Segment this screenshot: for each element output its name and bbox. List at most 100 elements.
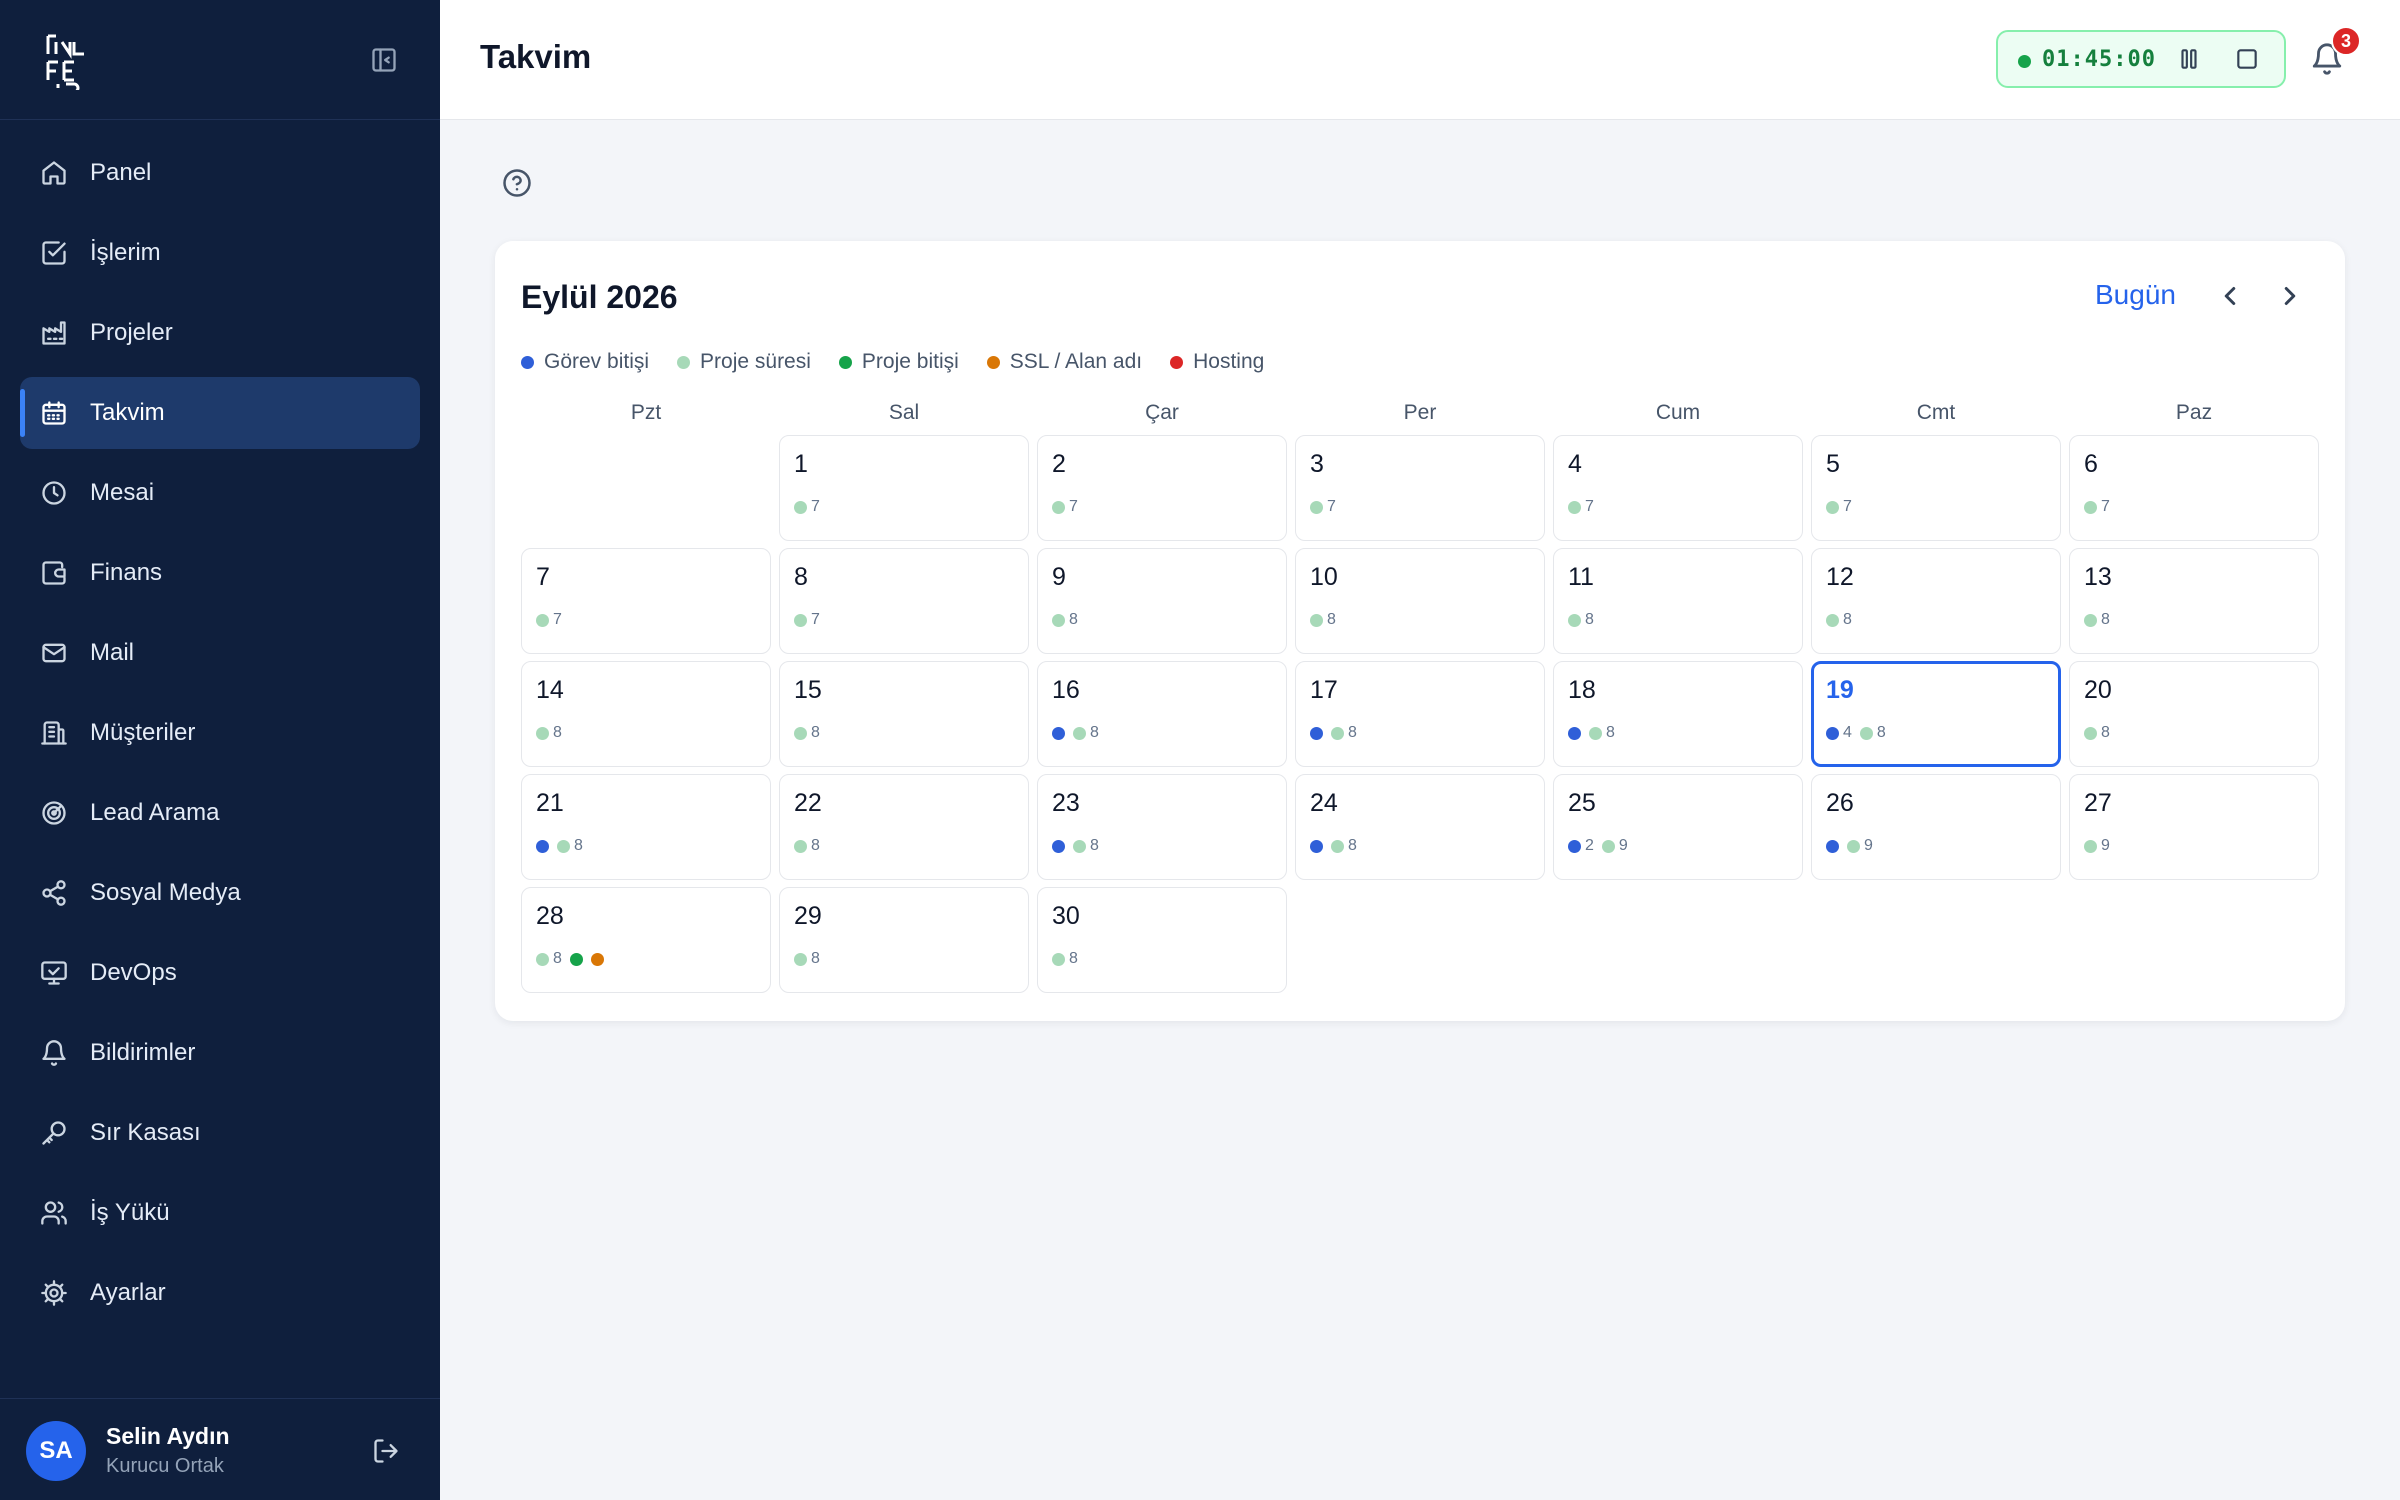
calendar-day-26[interactable]: 26 9	[1811, 774, 2061, 880]
event-count: 9	[1618, 837, 1628, 854]
sidebar-item-sosyal-medya[interactable]: Sosyal Medya	[20, 857, 420, 929]
weekday-label: Cum	[1655, 401, 1701, 424]
sidebar-item-devops[interactable]: DevOps	[20, 937, 420, 1009]
event-indicator-gorev	[1826, 839, 1839, 853]
calendar-day-30[interactable]: 30 8	[1037, 887, 1287, 993]
avatar[interactable]: SA	[26, 1421, 86, 1481]
building-icon	[41, 721, 67, 745]
event-dot	[1826, 839, 1839, 853]
event-count: 8	[1843, 611, 1852, 628]
sidebar-item-takvim[interactable]: Takvim	[20, 377, 420, 449]
calendar-day-3[interactable]: 37	[1295, 435, 1545, 541]
gear-icon	[41, 1280, 67, 1306]
calendar-day-16[interactable]: 16 8	[1037, 661, 1287, 767]
event-indicator-proje-suresi: 8	[1073, 837, 1099, 855]
sidebar-item-mesai[interactable]: Mesai	[20, 457, 420, 529]
event-dot	[1568, 613, 1581, 627]
calendar-day-28[interactable]: 28 8	[521, 887, 771, 993]
calendar-day-24[interactable]: 24 8	[1295, 774, 1545, 880]
event-dot	[1826, 500, 1839, 514]
calendar-day-17[interactable]: 17 8	[1295, 661, 1545, 767]
event-indicator-proje-suresi: 8	[794, 724, 820, 742]
calendar-day-29[interactable]: 29 8	[779, 887, 1029, 993]
calendar-day-20[interactable]: 20 8	[2069, 661, 2319, 767]
calendar-icon	[42, 401, 66, 425]
sidebar-item-label: Mail	[90, 639, 135, 666]
calendar-day-9[interactable]: 98	[1037, 548, 1287, 654]
event-indicator-proje-suresi: 7	[1568, 498, 1594, 516]
sidebar-item-musteriler[interactable]: Müşteriler	[20, 697, 420, 769]
day-number: 6	[2084, 450, 2098, 478]
calendar-day-1[interactable]: 17	[779, 435, 1029, 541]
sidebar-item-ayarlar[interactable]: Ayarlar	[20, 1257, 420, 1329]
chevron-right-icon[interactable]	[2275, 281, 2305, 311]
calendar-day-12[interactable]: 12 8	[1811, 548, 2061, 654]
event-dot	[1331, 726, 1344, 740]
users-icon	[41, 1201, 67, 1225]
calendar-day-13[interactable]: 13 8	[2069, 548, 2319, 654]
calendar-day-7[interactable]: 77	[521, 548, 771, 654]
calendar-day-21[interactable]: 21 8	[521, 774, 771, 880]
day-events: 8	[794, 724, 828, 742]
event-indicator-gorev: 2	[1568, 837, 1594, 855]
day-events: 8	[1052, 724, 1107, 742]
calendar-day-15[interactable]: 15 8	[779, 661, 1029, 767]
event-indicator-proje-suresi: 7	[536, 611, 562, 629]
legend-dot	[521, 355, 534, 369]
event-dot	[794, 500, 807, 514]
event-dot	[1052, 839, 1065, 853]
calendar-day-27[interactable]: 27 9	[2069, 774, 2319, 880]
calendar-legend: Görev bitişi Proje süresi Proje bitişi S…	[521, 347, 1292, 377]
pause-icon[interactable]	[2176, 46, 2202, 72]
calendar-day-22[interactable]: 22 8	[779, 774, 1029, 880]
calendar-day-2[interactable]: 27	[1037, 435, 1287, 541]
event-count: 8	[574, 837, 583, 854]
event-dot	[1073, 726, 1086, 740]
calendar-day-19[interactable]: 19 4 8	[1811, 661, 2061, 767]
sidebar-item-bildirimler[interactable]: Bildirimler	[20, 1017, 420, 1089]
calendar-day-5[interactable]: 57	[1811, 435, 2061, 541]
calendar-day-8[interactable]: 87	[779, 548, 1029, 654]
weekday-label: Çar	[1145, 401, 1179, 424]
day-events: 8	[1052, 611, 1086, 629]
day-number: 11	[1568, 563, 1594, 591]
event-indicator-gorev: 4	[1826, 724, 1852, 742]
calendar-day-18[interactable]: 18 8	[1553, 661, 1803, 767]
today-button[interactable]: Bugün	[2095, 279, 2176, 311]
day-events: 7	[2084, 498, 2118, 516]
monitor-icon	[41, 961, 67, 985]
event-count: 7	[811, 498, 820, 515]
event-indicator-proje-bitisi	[569, 952, 583, 966]
chevron-left-icon[interactable]	[2215, 281, 2245, 311]
calendar-day-11[interactable]: 11 8	[1553, 548, 1803, 654]
bell-icon	[42, 1040, 66, 1066]
sidebar-item-projeler[interactable]: Projeler	[20, 297, 420, 369]
day-number: 7	[536, 563, 550, 591]
event-count: 7	[811, 611, 820, 628]
weekday-label: Pzt	[630, 401, 662, 424]
event-indicator-proje-suresi: 7	[2084, 498, 2110, 516]
sidebar-item-panel[interactable]: Panel	[20, 137, 420, 209]
sidebar-item-mail[interactable]: Mail	[20, 617, 420, 689]
calendar-day-6[interactable]: 67	[2069, 435, 2319, 541]
calendar-day-10[interactable]: 10 8	[1295, 548, 1545, 654]
sidebar-item-label: Finans	[90, 559, 163, 586]
calendar-day-4[interactable]: 47	[1553, 435, 1803, 541]
help-icon[interactable]	[502, 168, 532, 198]
sidebar-item-sir-kasasi[interactable]: Sır Kasası	[20, 1097, 420, 1169]
calendar-day-25[interactable]: 25 2 9	[1553, 774, 1803, 880]
sidebar-item-islerim[interactable]: İşlerim	[20, 217, 420, 289]
sidebar-collapse-icon[interactable]	[370, 46, 398, 74]
sidebar-item-lead-arama[interactable]: Lead Arama	[20, 777, 420, 849]
day-events: 8	[536, 950, 612, 968]
calendar-day-14[interactable]: 14 8	[521, 661, 771, 767]
event-dot	[536, 726, 549, 740]
day-events: 8	[2084, 724, 2118, 742]
sidebar-item-finans[interactable]: Finans	[20, 537, 420, 609]
brand-logo-icon[interactable]	[44, 32, 88, 90]
sidebar-item-is-yuku[interactable]: İş Yükü	[20, 1177, 420, 1249]
day-events: 8	[1568, 611, 1602, 629]
logout-icon[interactable]	[372, 1437, 400, 1465]
stop-icon[interactable]	[2234, 46, 2260, 72]
calendar-day-23[interactable]: 23 8	[1037, 774, 1287, 880]
